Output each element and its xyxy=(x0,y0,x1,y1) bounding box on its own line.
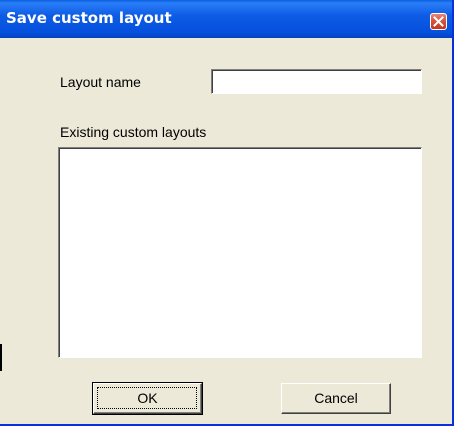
cancel-button-label: Cancel xyxy=(314,390,358,406)
dialog-title: Save custom layout xyxy=(6,9,172,27)
focus-rectangle xyxy=(97,387,197,409)
existing-layouts-list[interactable] xyxy=(58,147,422,358)
layout-name-input[interactable] xyxy=(211,69,422,94)
ok-button[interactable]: OK xyxy=(92,382,203,415)
layout-name-label: Layout name xyxy=(60,74,141,90)
save-layout-dialog: Save custom layout Layout name Existing … xyxy=(0,0,454,426)
title-bar[interactable]: Save custom layout xyxy=(0,0,452,38)
close-icon xyxy=(433,16,444,27)
existing-layouts-label: Existing custom layouts xyxy=(60,124,207,140)
close-button[interactable] xyxy=(430,13,447,30)
cancel-button[interactable]: Cancel xyxy=(281,383,391,414)
edge-artifact xyxy=(0,344,2,371)
